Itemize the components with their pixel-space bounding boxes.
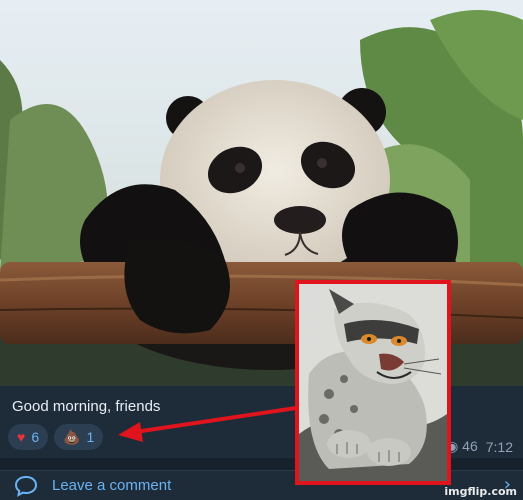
post-meta: ◉ 46 7:12 — [446, 438, 513, 455]
reaction-heart[interactable]: ♥ 6 — [8, 424, 49, 450]
reaction-count: 1 — [86, 429, 95, 445]
heart-icon: ♥ — [17, 429, 26, 445]
overlay-image — [295, 280, 451, 485]
telegram-post: Good morning, friends ♥ 6 💩 1 ◉ 46 7:12 … — [0, 0, 523, 500]
poop-icon: 💩 — [63, 429, 81, 445]
comment-icon — [14, 475, 38, 497]
post-time: 7:12 — [485, 438, 513, 455]
imgflip-watermark: imgflip.com — [444, 485, 517, 498]
snow-leopard-image — [299, 284, 447, 481]
post-caption: Good morning, friends — [12, 398, 161, 415]
reaction-count: 6 — [31, 429, 40, 445]
leave-comment-link[interactable]: Leave a comment — [52, 477, 171, 494]
reaction-poop[interactable]: 💩 1 — [54, 424, 104, 450]
reactions-row: ♥ 6 💩 1 — [8, 424, 104, 450]
